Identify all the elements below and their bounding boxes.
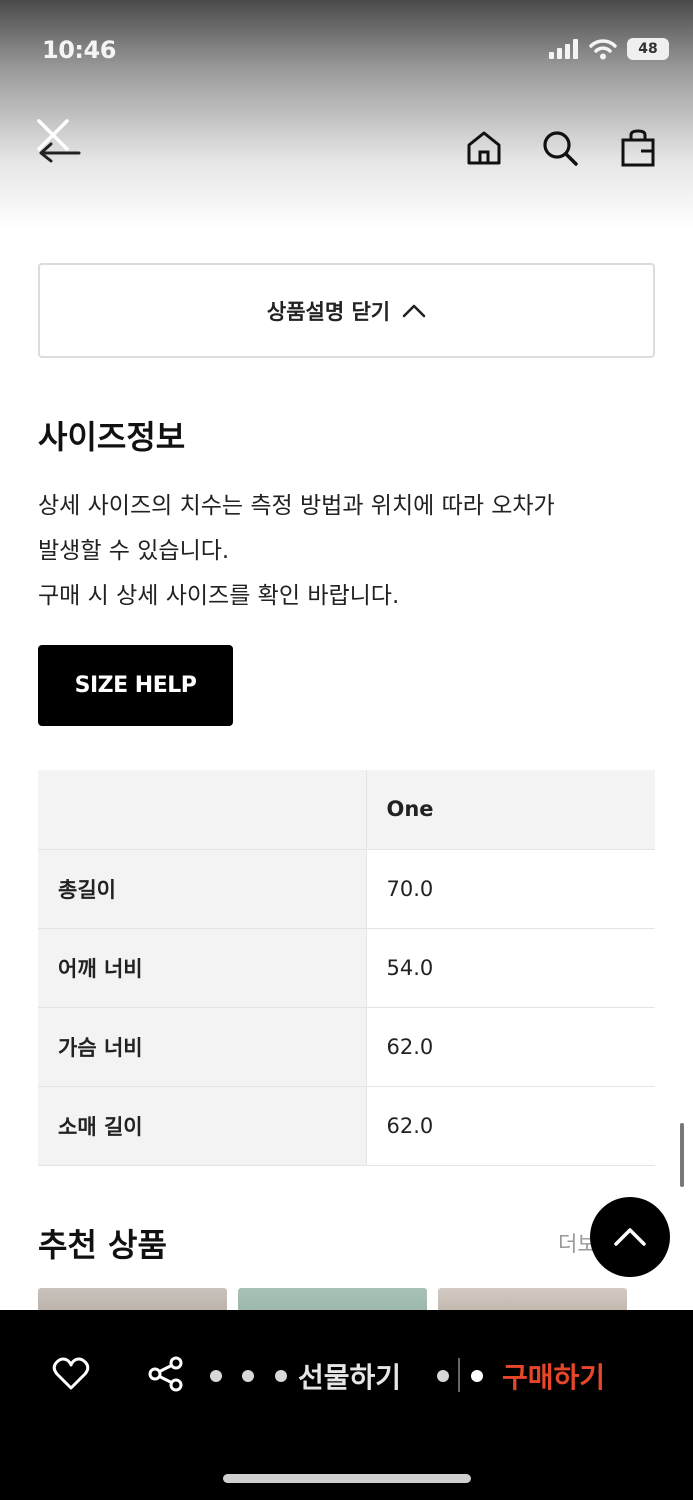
bottom-action-bar [0, 1310, 693, 1500]
size-info-title: 사이즈정보 [38, 418, 186, 456]
search-icon [543, 131, 578, 166]
size-help-button[interactable]: SIZE HELP [38, 645, 233, 726]
chevron-up-icon [402, 304, 426, 317]
heart-icon [52, 1357, 90, 1390]
row-value: 62.0 [366, 1007, 655, 1087]
row-value: 62.0 [366, 1086, 655, 1166]
wishlist-button[interactable] [50, 1354, 92, 1394]
chevron-up-icon [614, 1228, 646, 1246]
scroll-top-button[interactable] [590, 1197, 670, 1277]
buy-button[interactable]: 구매하기 [502, 1356, 605, 1396]
table-row: 총길이 70.0 [38, 849, 655, 929]
row-label: 가슴 너비 [38, 1007, 367, 1087]
size-table: One 총길이 70.0 어깨 너비 54.0 가슴 너비 62.0 소매 길이… [38, 770, 655, 1166]
row-label: 소매 길이 [38, 1086, 367, 1166]
row-value: 54.0 [366, 928, 655, 1008]
bag-icon [621, 129, 655, 167]
home-icon [467, 131, 501, 165]
share-icon [148, 1356, 183, 1392]
search-button[interactable] [538, 126, 582, 170]
table-row: 가슴 너비 62.0 [38, 1007, 655, 1087]
wifi-icon [589, 39, 617, 60]
overlay-dot [471, 1370, 483, 1382]
description-line: 구매 시 상세 사이즈를 확인 바랍니다. [38, 583, 400, 609]
size-info-description: 상세 사이즈의 치수는 측정 방법과 위치에 따라 오차가 발생할 수 있습니다… [38, 484, 668, 619]
signal-icon [549, 39, 578, 59]
table-header-cell [38, 770, 367, 850]
bottom-divider [458, 1358, 460, 1392]
overlay-dot [210, 1370, 222, 1382]
status-time: 10:46 [42, 36, 116, 64]
row-label: 총길이 [38, 849, 367, 929]
table-header-cell: One [366, 770, 655, 850]
description-line: 발생할 수 있습니다. [38, 538, 230, 564]
battery-indicator: 48 [627, 38, 669, 60]
recommend-title: 추천 상품 [38, 1226, 167, 1264]
overlay-dot [437, 1370, 449, 1382]
table-row: 소매 길이 62.0 [38, 1086, 655, 1166]
overlay-dot [275, 1370, 287, 1382]
row-label: 어깨 너비 [38, 928, 367, 1008]
status-icons: 48 [549, 38, 669, 60]
description-line: 상세 사이즈의 치수는 측정 방법과 위치에 따라 오차가 [38, 493, 555, 519]
close-back-icon [37, 119, 81, 163]
cart-button[interactable] [616, 126, 660, 170]
close-button[interactable] [30, 116, 86, 164]
top-nav [0, 110, 693, 190]
overlay-dot [242, 1370, 254, 1382]
home-indicator [223, 1474, 471, 1483]
home-button[interactable] [462, 126, 506, 170]
collapse-description-button[interactable]: 상품설명 닫기 [38, 263, 655, 358]
collapse-label: 상품설명 닫기 [266, 299, 391, 324]
status-bar: 10:46 48 [0, 0, 693, 100]
gift-button[interactable]: 선물하기 [298, 1356, 401, 1396]
scrollbar[interactable] [680, 1123, 684, 1187]
table-row: 어깨 너비 54.0 [38, 928, 655, 1008]
row-value: 70.0 [366, 849, 655, 929]
table-header-row: One [38, 770, 655, 850]
share-button[interactable] [146, 1354, 186, 1394]
